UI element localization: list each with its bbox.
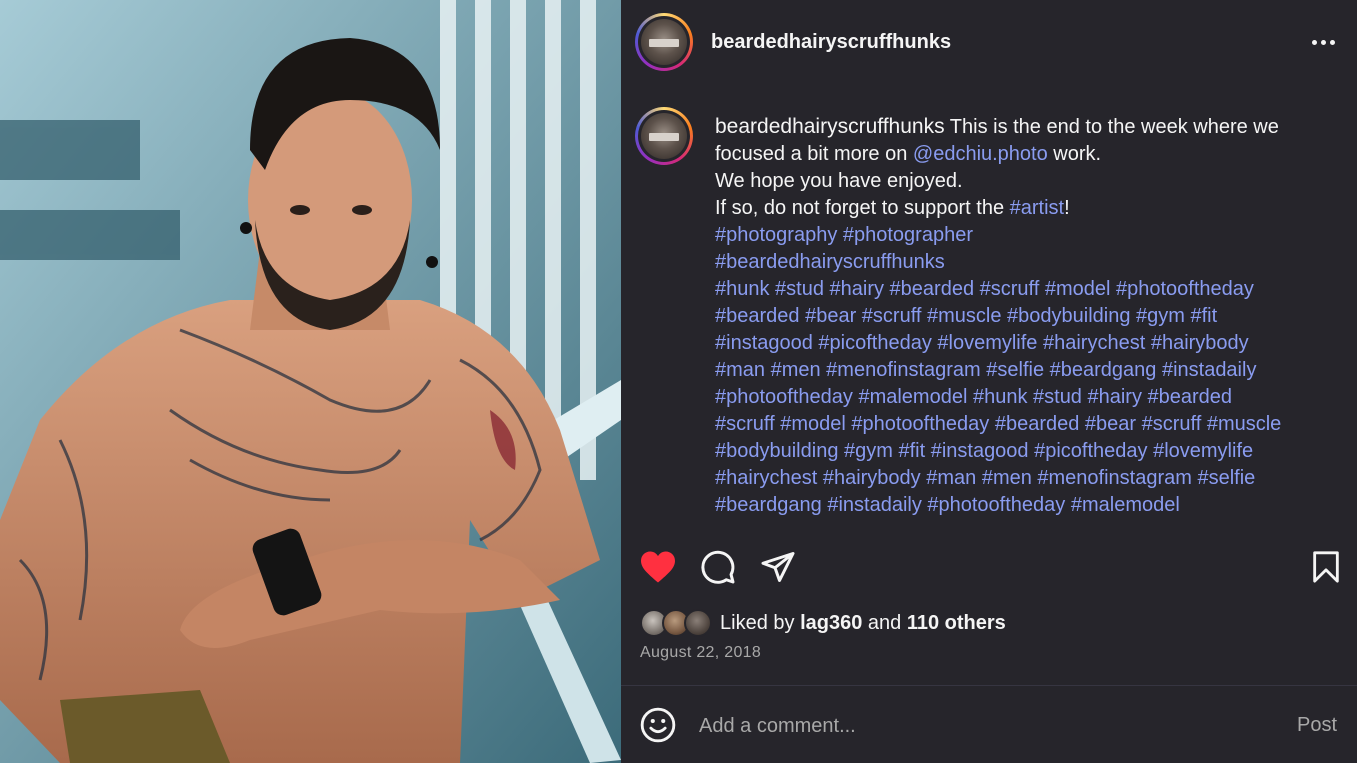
hashtag-line[interactable]: #bodybuilding #gym #fit #instagood #pico… [715, 438, 1335, 465]
emoji-button[interactable] [639, 706, 677, 744]
header-username[interactable]: beardedhairyscruffhunks [711, 31, 951, 54]
save-button[interactable] [1306, 545, 1346, 589]
hashtag-line[interactable]: #man #men #menofinstagram #selfie #beard… [715, 357, 1335, 384]
emoji-icon [640, 707, 676, 743]
like-button[interactable] [638, 545, 678, 589]
hashtag-line[interactable]: #scruff #model #photooftheday #bearded #… [715, 411, 1335, 438]
share-icon [761, 552, 795, 582]
comment-input[interactable] [699, 712, 1259, 740]
action-bar [621, 545, 1357, 591]
share-button[interactable] [758, 545, 798, 589]
hashtag-line[interactable]: #beardgang #instadaily #photooftheday #m… [715, 492, 1335, 519]
hashtag-line[interactable]: #beardedhairyscruffhunks [715, 249, 1335, 276]
liker-avatars[interactable] [640, 607, 716, 639]
caption-line-2: focused a bit more on @edchiu.photo work… [715, 143, 1102, 165]
hashtag-link-artist[interactable]: #artist [1010, 197, 1064, 219]
hashtag-line[interactable]: #photooftheday #malemodel #hunk #stud #h… [715, 384, 1335, 411]
others-link[interactable]: 110 others [907, 612, 1006, 634]
post-caption: beardedhairyscruffhunks This is the end … [715, 113, 1335, 519]
caption-username[interactable]: beardedhairyscruffhunks [715, 115, 945, 138]
hashtag-line[interactable]: #photography #photographer [715, 222, 1335, 249]
liker-username[interactable]: lag360 [800, 612, 862, 634]
avatar [684, 609, 712, 637]
hashtag-line[interactable]: #bearded #bear #scruff #muscle #bodybuil… [715, 303, 1335, 330]
comment-bar: Post [621, 686, 1357, 763]
comment-button[interactable] [698, 545, 738, 589]
author-avatar[interactable] [635, 13, 693, 71]
mention-link[interactable]: @edchiu.photo [913, 143, 1048, 165]
post-date[interactable]: August 22, 2018 [640, 644, 761, 662]
bookmark-icon [1313, 551, 1339, 583]
hashtag-line[interactable]: #hairychest #hairybody #man #men #menofi… [715, 465, 1335, 492]
post-photo[interactable] [0, 0, 621, 763]
hashtag-line[interactable]: #hunk #stud #hairy #bearded #scruff #mod… [715, 276, 1335, 303]
post-photo-illustration [0, 0, 621, 763]
post-comment-button[interactable]: Post [1297, 714, 1337, 737]
caption-avatar[interactable] [635, 107, 693, 165]
caption-line-1: beardedhairyscruffhunks This is the end … [715, 115, 1279, 138]
comment-icon [701, 550, 735, 584]
heart-icon [641, 551, 675, 583]
hashtag-line[interactable]: #instagood #picoftheday #lovemylife #hai… [715, 330, 1335, 357]
likes-summary: Liked by lag360 and 110 others [640, 607, 1006, 639]
caption-line-3: We hope you have enjoyed. [715, 170, 963, 192]
caption-line-4: If so, do not forget to support the #art… [715, 197, 1070, 219]
more-options-icon[interactable] [1305, 30, 1341, 54]
likes-text: Liked by lag360 and 110 others [720, 611, 1006, 634]
